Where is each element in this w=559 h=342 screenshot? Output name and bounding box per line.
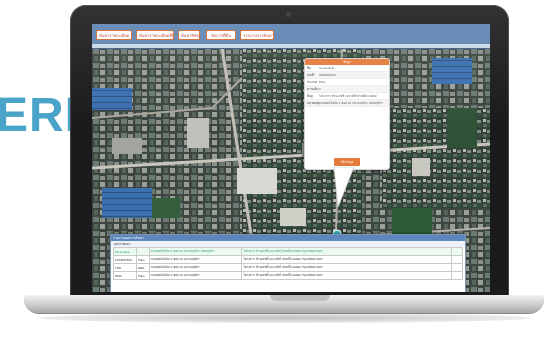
table-cell: 9090: [113, 271, 137, 280]
popup-pointer: [333, 167, 355, 208]
tab-3[interactable]: จัดการที่ดิน: [206, 30, 236, 40]
popup-row: ความคืบ 0: [305, 86, 389, 93]
toolbar-strip: [92, 44, 490, 48]
laptop-base: [24, 295, 544, 313]
table-cell: ถนนพหลโยธิน 2 ซอย 24 แขวงจตุจักร: [148, 263, 243, 272]
table-cell: Tomsonline: [113, 247, 137, 256]
popup-row-label: หมายเหตุ: [307, 101, 320, 105]
tab-0[interactable]: ค้นหารายละเอียด: [96, 30, 132, 40]
table-cell: ถนนพหลโยธิน 2 ซอย 24 แขวงจตุจักร เขตจตุจ…: [148, 247, 243, 256]
popup-row: ที่อยู่ โครงการ บ้านเลขที่ และรหัสไปรษณี…: [305, 93, 389, 100]
popup-action-button[interactable]: เพิ่มข้อมูล: [334, 158, 360, 166]
popup-row-value: Plain: [319, 80, 326, 84]
tab-1[interactable]: ค้นหารายละเอียดที่ดิน: [136, 30, 174, 40]
table-cell: Plain: [135, 271, 150, 280]
table-cell: โครงการ บ้านเลขที่ และรหัสไปรษณีย์ 10000…: [241, 247, 453, 256]
popup-row: ชื่อ Tomsonline: [305, 65, 389, 72]
table-cell: [135, 247, 150, 256]
table-cell: โครงการ บ้านเลขที่ และรหัสไปรษณีย์ 10000…: [241, 263, 453, 272]
laptop-mockup-image: ERE ค้นหารายละเอียด ค้นหารายละเอียดที่ดิ…: [0, 0, 559, 342]
info-popup: ข้อมูล ชื่อ Tomsonline เลขที่ 0000000000…: [304, 58, 390, 170]
laptop-shadow: [40, 313, 530, 323]
table-cell: [451, 255, 463, 264]
table-cell: Plain: [135, 255, 150, 264]
laptop-base-notch: [270, 295, 330, 301]
table-cell: ถนนพหลโยธิน 2 ซอย 24 แขวงจตุจักร: [148, 255, 243, 264]
popup-row-label: ที่อยู่: [307, 94, 313, 98]
popup-row-label: ชื่อ: [307, 66, 311, 70]
laptop-screen: ค้นหารายละเอียด ค้นหารายละเอียดที่ดิน ค้…: [92, 24, 490, 292]
popup-row-label: ประเภท: [307, 80, 318, 84]
table-cell: ถนนพหลโยธิน 2 ซอย 24 แขวงจตุจักร: [148, 271, 243, 280]
popup-row: หมายเหตุ ถนนพหลโยธิน 2 ซอย 24 แขวงจตุจัก…: [305, 100, 389, 107]
popup-row-value: 0: [319, 87, 321, 91]
popup-row: ประเภท Plain: [305, 79, 389, 86]
results-panel: รายงานผลการค้นหา ผลการค้นหา Tomsonline ถ…: [110, 234, 466, 292]
table-row[interactable]: Tomsonline ถนนพหลโยธิน 2 ซอย 24 แขวงจตุจ…: [113, 247, 463, 256]
table-row[interactable]: 1234567890 Plain ถนนพหลโยธิน 2 ซอย 24 แข…: [113, 255, 463, 264]
popup-row: เลขที่ 0000000000: [305, 72, 389, 79]
popup-row-value: ถนนพหลโยธิน 2 ซอย 24 แขวงจตุจักร เขตจตุจ…: [319, 101, 383, 105]
popup-row-value: 0000000000: [319, 73, 336, 77]
camera-dot: [286, 12, 291, 17]
popup-row-label: เลขที่: [307, 73, 314, 77]
table-cell: [451, 247, 463, 256]
results-table: Tomsonline ถนนพหลโยธิน 2 ซอย 24 แขวงจตุจ…: [113, 247, 463, 280]
tab-2[interactable]: ค้นหาพิกัด: [178, 30, 200, 40]
table-cell: TPD: [113, 263, 137, 272]
table-cell: RED: [135, 263, 150, 272]
popup-row-label: ความคืบ: [307, 87, 319, 91]
table-cell: โครงการ บ้านเลขที่ และรหัสไปรษณีย์ 10000…: [241, 255, 453, 264]
popup-row-value: Tomsonline: [319, 66, 335, 70]
top-toolbar: ค้นหารายละเอียด ค้นหารายละเอียดที่ดิน ค้…: [92, 24, 490, 49]
table-cell: โครงการ บ้านเลขที่ และรหัสไปรษณีย์ 10000…: [241, 271, 453, 280]
tab-4[interactable]: รายงานการค้นหา: [240, 30, 274, 40]
table-cell: [451, 263, 463, 272]
popup-row-value: โครงการ บ้านเลขที่ และรหัสไปรษณีย์ 10000: [319, 94, 377, 98]
table-cell: 1234567890: [113, 255, 137, 264]
table-row[interactable]: 9090 Plain ถนนพหลโยธิน 2 ซอย 24 แขวงจตุจ…: [113, 271, 463, 280]
table-row[interactable]: TPD RED ถนนพหลโยธิน 2 ซอย 24 แขวงจตุจักร…: [113, 263, 463, 272]
table-cell: [451, 271, 463, 280]
